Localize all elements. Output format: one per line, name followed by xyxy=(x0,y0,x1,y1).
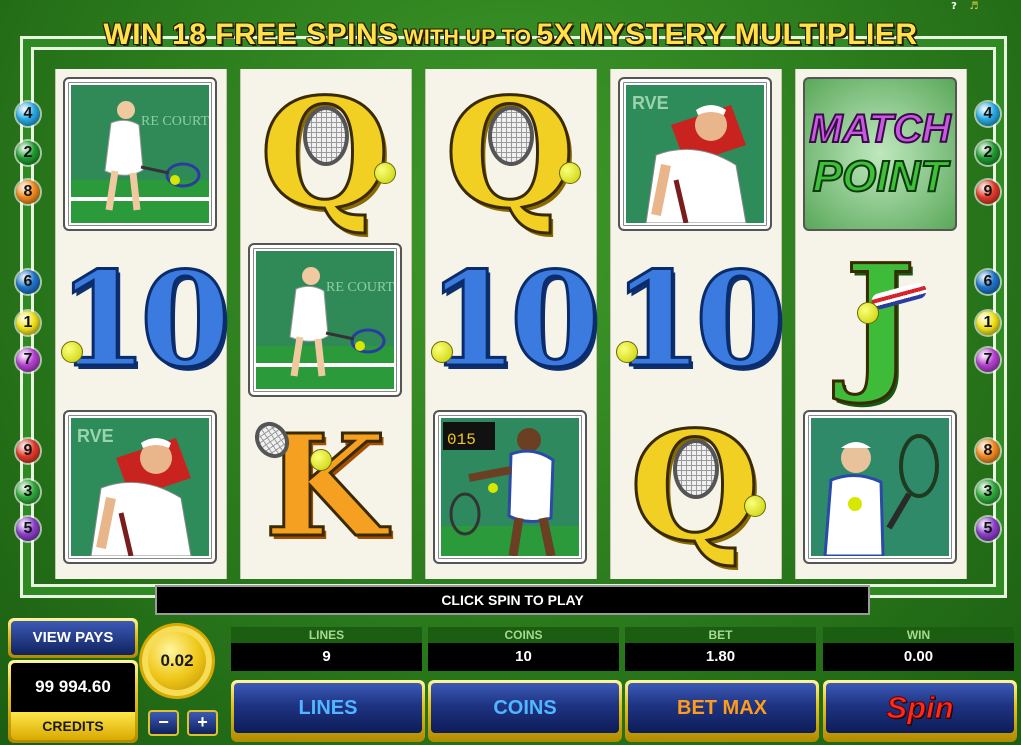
view-pays-label: VIEW PAYS xyxy=(11,621,135,655)
symbol-q: Q xyxy=(240,70,410,238)
symbol-q: Q xyxy=(610,403,780,571)
payline-marker-right-5[interactable]: 5 xyxy=(976,517,1000,541)
payline-marker-right-6[interactable]: 6 xyxy=(976,270,1000,294)
bet-value: 1.80 xyxy=(625,643,816,671)
rve-sign-text: RVE xyxy=(632,93,669,113)
payline-marker-left-1[interactable]: 1 xyxy=(16,311,40,335)
credits-display: 99 994.60 CREDITS xyxy=(8,660,138,743)
male-player-illustration: RVE xyxy=(71,418,209,556)
win-display: WIN 0.00 xyxy=(823,627,1014,673)
match-point-top-text: MATCH xyxy=(808,106,951,152)
payline-marker-right-4[interactable]: 4 xyxy=(976,102,1000,126)
banner-free-spins: WIN 18 FREE SPINS xyxy=(103,18,399,51)
lines-display: LINES 9 xyxy=(231,627,422,673)
symbol-match-point: MATCH POINT xyxy=(795,70,965,238)
tennis-ball-icon xyxy=(310,449,332,471)
symbol-male-player-serve: RVE xyxy=(55,403,225,571)
tennis-ball-icon xyxy=(431,341,453,363)
payline-marker-right-3[interactable]: 3 xyxy=(976,480,1000,504)
symbol-q: Q xyxy=(425,70,595,238)
banner-mystery-multiplier: MYSTERY MULTIPLIER xyxy=(579,18,918,51)
payline-marker-left-5[interactable]: 5 xyxy=(16,517,40,541)
coins-label: COINS xyxy=(428,627,619,643)
ten-glyph: 10 xyxy=(56,243,232,396)
ten-glyph: 10 xyxy=(426,243,602,396)
payline-marker-left-3[interactable]: 3 xyxy=(16,480,40,504)
payline-marker-left-8[interactable]: 8 xyxy=(16,180,40,204)
payline-marker-right-1[interactable]: 1 xyxy=(976,311,1000,335)
payline-marker-left-6[interactable]: 6 xyxy=(16,270,40,294)
racket-icon xyxy=(303,106,349,166)
male-player-scoreboard-illustration: 015 xyxy=(441,418,579,556)
scoreboard-text: 015 xyxy=(447,431,476,449)
payline-marker-left-9[interactable]: 9 xyxy=(16,439,40,463)
symbol-male-player-scoreboard: 015 xyxy=(425,403,595,571)
bet-max-button-label: BET MAX xyxy=(628,683,816,733)
tennis-ball-icon xyxy=(559,162,581,184)
tennis-ball-icon xyxy=(616,341,638,363)
j-glyph: J xyxy=(843,232,917,408)
speaker-icon[interactable]: ♬ xyxy=(967,1,981,13)
court-sign-text: RE COURT xyxy=(141,114,209,129)
payline-marker-left-2[interactable]: 2 xyxy=(16,141,40,165)
symbol-female-player: RE COURT xyxy=(55,70,225,238)
coins-value: 10 xyxy=(428,643,619,671)
court-sign-text: RE COURT xyxy=(326,280,394,295)
bet-max-button[interactable]: BET MAX xyxy=(625,680,819,742)
symbol-10: 10 xyxy=(610,236,787,404)
top-toolbar: ? ♬ xyxy=(947,1,981,13)
lines-label: LINES xyxy=(231,627,422,643)
symbol-male-player-serve: RVE xyxy=(610,70,780,238)
tennis-ball-icon xyxy=(744,495,766,517)
coins-button-label: COINS xyxy=(431,683,619,733)
symbol-j: J xyxy=(795,236,965,404)
coins-button[interactable]: COINS xyxy=(428,680,622,742)
payline-marker-left-7[interactable]: 7 xyxy=(16,348,40,372)
spin-button-label: Spin xyxy=(826,683,1014,733)
symbol-10: 10 xyxy=(425,236,602,404)
free-spins-banner: WIN 18 FREE SPINS WITH UP TO 5X MYSTERY … xyxy=(0,18,1021,52)
lines-value: 9 xyxy=(231,643,422,671)
payline-marker-right-7[interactable]: 7 xyxy=(976,348,1000,372)
tennis-ball-icon xyxy=(857,302,879,324)
match-point-bottom-text: POINT xyxy=(812,151,948,202)
coins-display: COINS 10 xyxy=(428,627,619,673)
coin-increase-button[interactable]: + xyxy=(187,710,218,736)
payline-marker-right-8[interactable]: 8 xyxy=(976,439,1000,463)
symbol-k: K xyxy=(240,403,410,571)
win-value: 0.00 xyxy=(823,643,1014,671)
coin-size-display: 0.02 xyxy=(142,626,212,696)
symbol-female-player: RE COURT xyxy=(240,236,410,404)
help-icon[interactable]: ? xyxy=(947,1,961,13)
spin-button[interactable]: Spin xyxy=(823,680,1017,742)
credits-label: CREDITS xyxy=(11,712,135,740)
symbol-female-player-blonde xyxy=(795,403,965,571)
lines-button-label: LINES xyxy=(234,683,422,733)
bet-display: BET 1.80 xyxy=(625,627,816,673)
payline-marker-right-2[interactable]: 2 xyxy=(976,141,1000,165)
racket-icon xyxy=(673,439,719,499)
banner-multiplier-value: 5X xyxy=(536,18,575,51)
male-player-illustration: RVE xyxy=(626,85,764,223)
bet-label: BET xyxy=(625,627,816,643)
female-player-blonde-illustration xyxy=(811,418,949,556)
payline-marker-right-9[interactable]: 9 xyxy=(976,180,1000,204)
tennis-ball-icon xyxy=(374,162,396,184)
coin-decrease-button[interactable]: − xyxy=(148,710,179,736)
female-player-illustration: RE COURT xyxy=(71,85,209,223)
tennis-ball-icon xyxy=(61,341,83,363)
win-label: WIN xyxy=(823,627,1014,643)
status-message: CLICK SPIN TO PLAY xyxy=(155,585,870,615)
view-pays-button[interactable]: VIEW PAYS xyxy=(8,618,138,658)
payline-marker-left-4[interactable]: 4 xyxy=(16,102,40,126)
ten-glyph: 10 xyxy=(611,243,787,396)
rve-sign-text: RVE xyxy=(77,426,114,446)
symbol-10: 10 xyxy=(55,236,232,404)
banner-with-up-to: WITH UP TO xyxy=(403,26,532,49)
credits-value: 99 994.60 xyxy=(35,677,111,696)
female-player-illustration: RE COURT xyxy=(256,251,394,389)
racket-icon xyxy=(488,106,534,166)
lines-button[interactable]: LINES xyxy=(231,680,425,742)
